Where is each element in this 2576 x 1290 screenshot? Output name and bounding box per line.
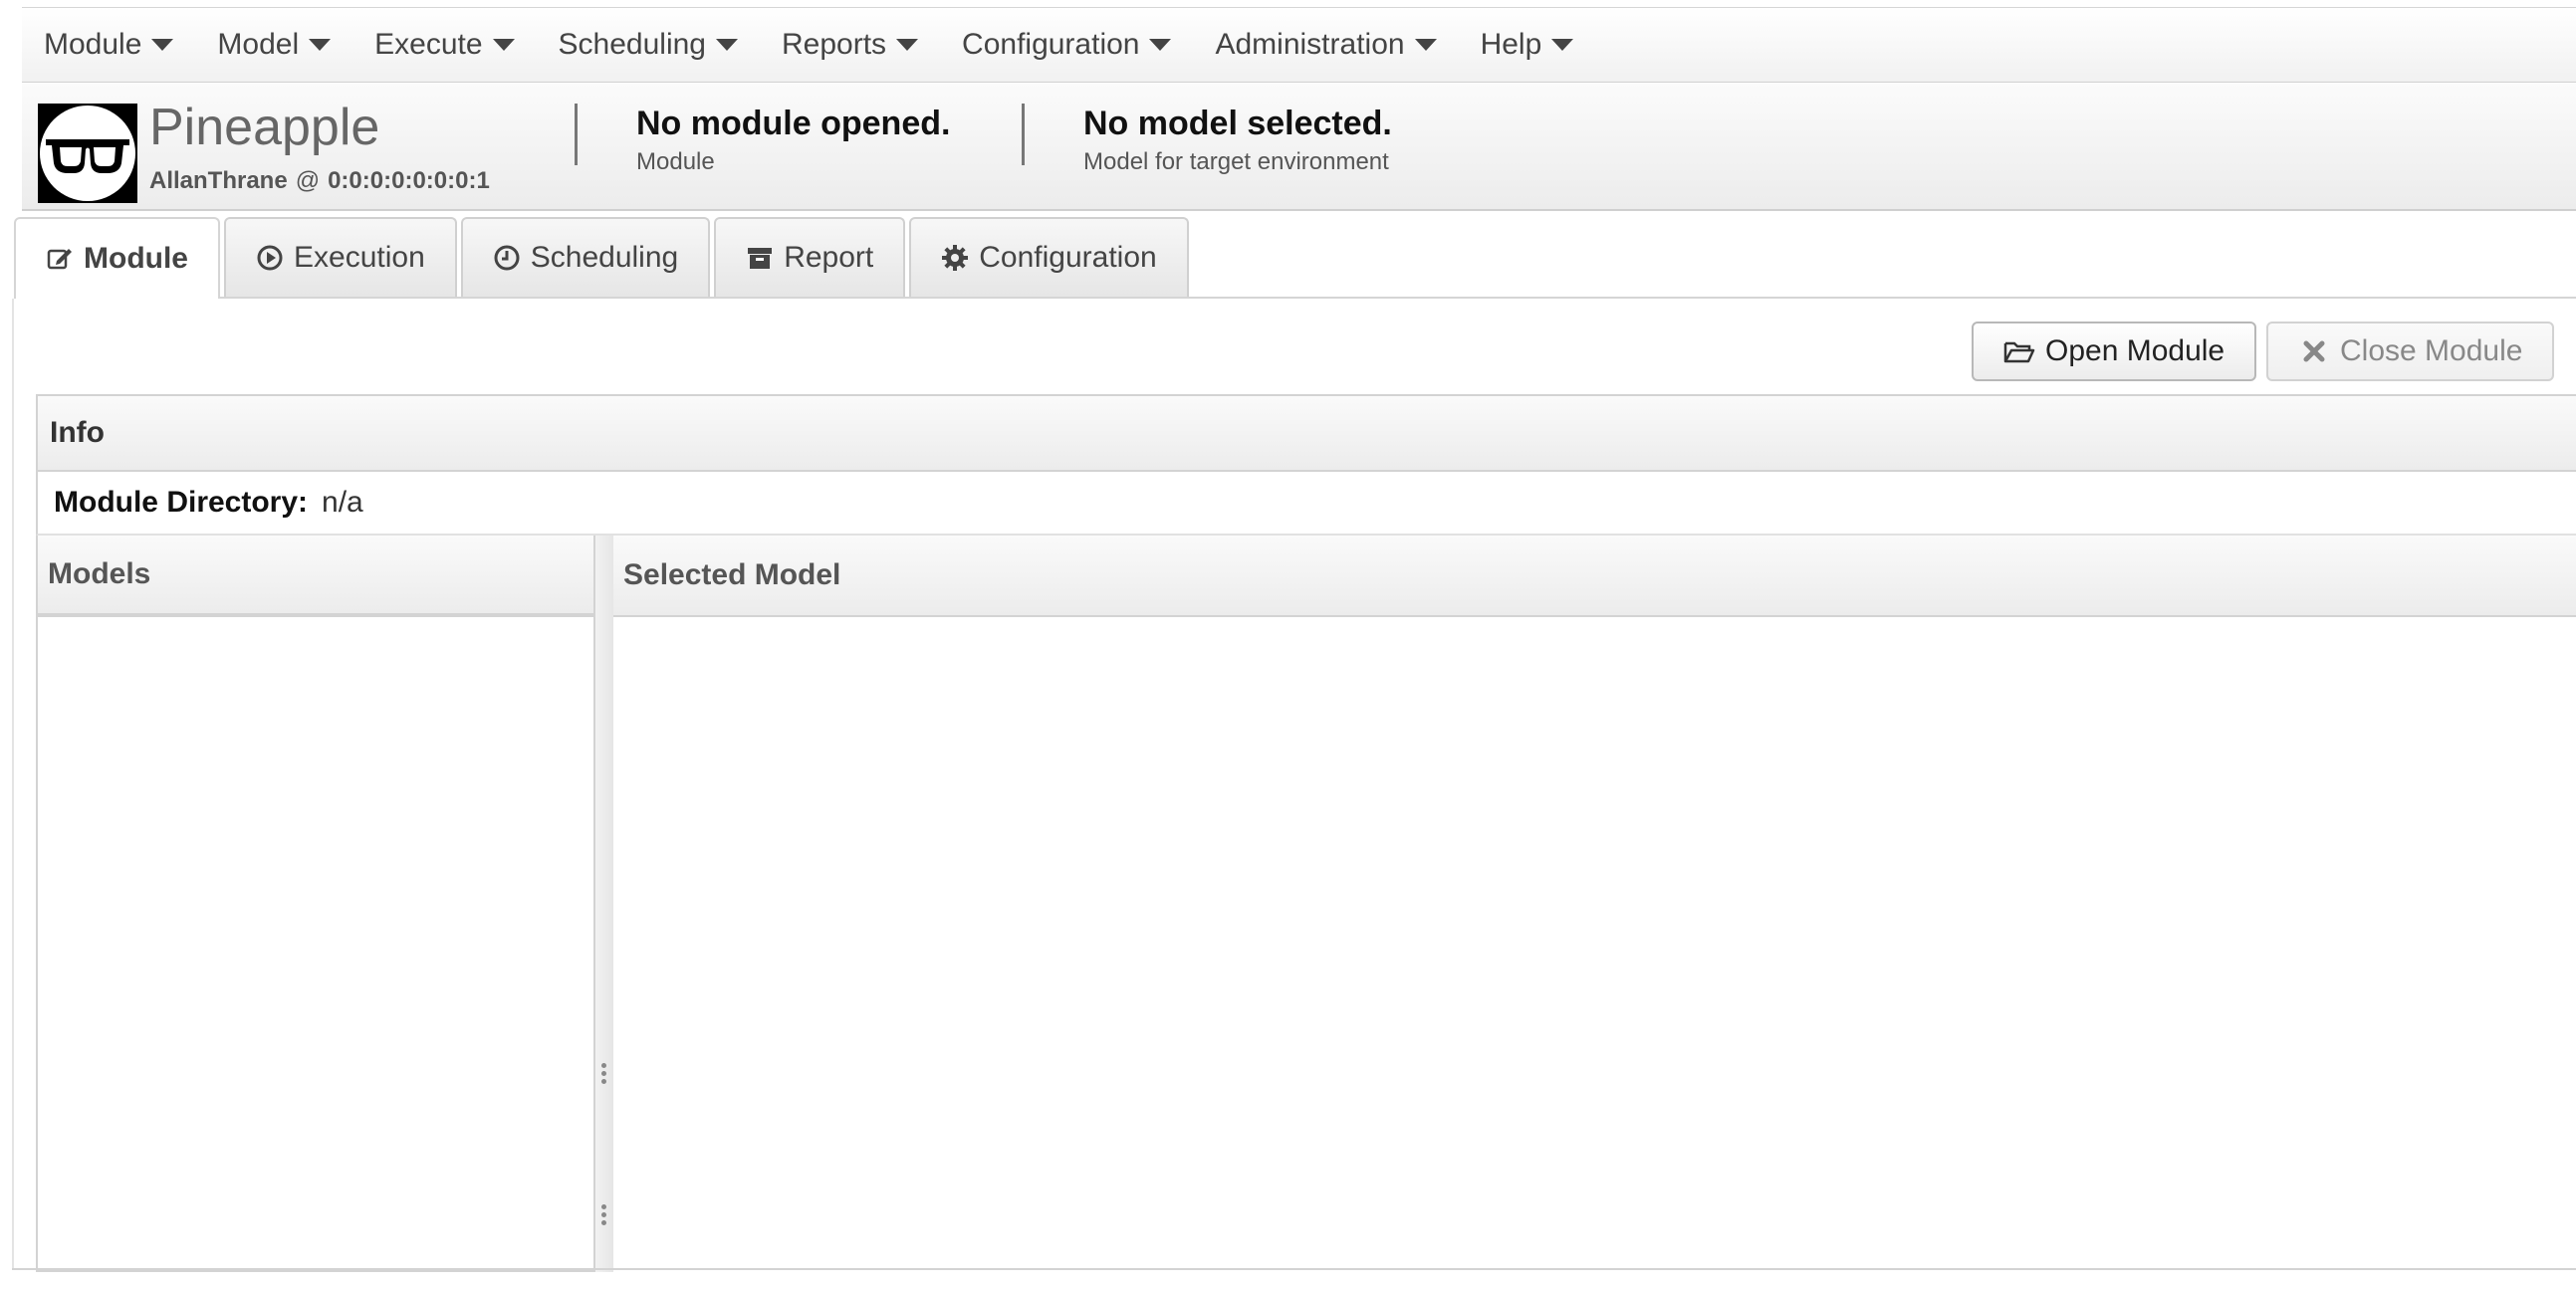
main-menu-bar: Module Model Execute Scheduling Reports … xyxy=(22,7,2576,83)
caret-down-icon xyxy=(309,39,332,51)
models-title: Models xyxy=(48,557,151,590)
model-caption: Model for target environment xyxy=(1083,148,1389,176)
info-title: Info xyxy=(50,416,105,449)
menu-scheduling[interactable]: Scheduling xyxy=(537,8,760,82)
module-caption: Module xyxy=(636,148,715,176)
open-module-button[interactable]: Open Module xyxy=(1972,322,2257,381)
models-pane: Models xyxy=(36,536,595,1272)
folder-open-icon xyxy=(2003,337,2035,365)
tab-execution-label: Execution xyxy=(294,241,425,274)
app-window: Module Model Execute Scheduling Reports … xyxy=(0,0,2576,1290)
content-left-border xyxy=(12,299,14,1270)
close-module-label: Close Module xyxy=(2340,334,2523,367)
caret-down-icon xyxy=(715,39,738,51)
model-status-block: No model selected. Model for target envi… xyxy=(1083,105,1392,176)
menu-help[interactable]: Help xyxy=(1459,8,1596,82)
module-status: No module opened. xyxy=(636,105,951,142)
menu-module-label: Module xyxy=(44,28,142,61)
user-host-line: AllanThrane @0:0:0:0:0:0:0:1 xyxy=(149,167,490,195)
tab-report-label: Report xyxy=(784,241,874,274)
tab-configuration[interactable]: Configuration xyxy=(909,217,1189,297)
module-directory-label: Module Directory: xyxy=(54,486,309,519)
caret-down-icon xyxy=(492,39,515,51)
menu-execute[interactable]: Execute xyxy=(352,8,536,82)
selected-model-header: Selected Model xyxy=(613,536,2576,617)
splitter-grip-icon xyxy=(601,1204,607,1228)
username: AllanThrane xyxy=(149,167,288,194)
menu-administration-label: Administration xyxy=(1215,28,1405,61)
header-divider xyxy=(1022,104,1025,165)
models-pane-header: Models xyxy=(38,536,593,617)
selected-model-title: Selected Model xyxy=(623,558,841,591)
menu-configuration[interactable]: Configuration xyxy=(940,8,1193,82)
caret-down-icon xyxy=(151,39,174,51)
gear-icon xyxy=(941,244,969,272)
host-address: 0:0:0:0:0:0:0:1 xyxy=(328,167,490,194)
module-directory-value: n/a xyxy=(322,486,363,519)
model-status: No model selected. xyxy=(1083,105,1392,142)
pane-splitter[interactable] xyxy=(595,536,613,1272)
module-directory-row: Module Directory: n/a xyxy=(36,472,2576,536)
clock-icon xyxy=(493,244,521,272)
at-sign: @ xyxy=(295,167,321,194)
tab-scheduling-label: Scheduling xyxy=(530,241,679,274)
app-title: Pineapple xyxy=(149,99,380,156)
caret-down-icon xyxy=(1414,39,1437,51)
tab-report[interactable]: Report xyxy=(714,217,906,297)
menu-execute-label: Execute xyxy=(374,28,483,61)
edit-icon xyxy=(46,245,74,273)
glasses-logo-icon xyxy=(38,104,137,203)
menu-reports[interactable]: Reports xyxy=(760,8,940,82)
close-icon xyxy=(2298,337,2330,365)
open-module-label: Open Module xyxy=(2045,334,2225,367)
tab-configuration-label: Configuration xyxy=(979,241,1157,274)
info-panel-header: Info xyxy=(36,394,2576,472)
tab-scheduling[interactable]: Scheduling xyxy=(460,217,711,297)
menu-configuration-label: Configuration xyxy=(962,28,1140,61)
module-status-block: No module opened. Module xyxy=(636,105,951,176)
menu-model-label: Model xyxy=(217,28,300,61)
app-header: Pineapple AllanThrane @0:0:0:0:0:0:0:1 No… xyxy=(22,84,2576,211)
menu-reports-label: Reports xyxy=(781,28,887,61)
menu-help-label: Help xyxy=(1480,28,1542,61)
play-circle-icon xyxy=(256,244,284,272)
menu-scheduling-label: Scheduling xyxy=(558,28,706,61)
menu-module[interactable]: Module xyxy=(22,8,195,82)
header-divider xyxy=(575,104,578,165)
menu-model[interactable]: Model xyxy=(195,8,352,82)
content-bottom-border xyxy=(12,1268,2576,1270)
selected-model-pane: Selected Model xyxy=(613,536,2576,1272)
menu-administration[interactable]: Administration xyxy=(1193,8,1458,82)
tab-module-label: Module xyxy=(84,242,188,275)
tab-module[interactable]: Module xyxy=(14,217,220,299)
caret-down-icon xyxy=(1149,39,1172,51)
close-module-button[interactable]: Close Module xyxy=(2266,322,2555,381)
models-list[interactable] xyxy=(38,617,593,1268)
caret-down-icon xyxy=(1551,39,1574,51)
splitter-grip-icon xyxy=(601,1063,607,1087)
main-tabs: Module Execution Scheduling Report Confi… xyxy=(14,217,2576,299)
tab-execution[interactable]: Execution xyxy=(224,217,457,297)
caret-down-icon xyxy=(896,39,919,51)
archive-icon xyxy=(746,244,774,272)
